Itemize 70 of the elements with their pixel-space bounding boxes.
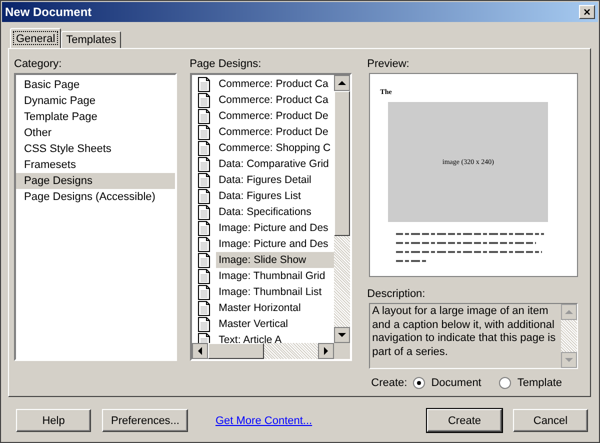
document-icon	[198, 76, 210, 92]
document-icon	[198, 220, 210, 236]
scroll-down-icon[interactable]	[334, 327, 350, 343]
link[interactable]: Get More Content...	[215, 414, 312, 426]
create-label: Create:	[371, 377, 408, 389]
close-button[interactable]: ×	[579, 5, 595, 19]
document-icon	[198, 140, 210, 156]
page-design-item[interactable]: Text: Article A	[216, 332, 334, 343]
page-design-item[interactable]: Commerce: Shopping C	[216, 140, 334, 156]
page-design-item[interactable]: Commerce: Product Ca	[216, 92, 334, 108]
page-design-item[interactable]: Data: Figures Detail	[216, 172, 334, 188]
category-item[interactable]: Basic Page	[16, 77, 175, 93]
page-design-item[interactable]: Image: Slide Show	[216, 252, 334, 268]
radio-option[interactable]: Document	[413, 377, 482, 389]
page-design-item[interactable]: Master Horizontal	[216, 300, 334, 316]
scroll-left-icon[interactable]	[192, 343, 208, 359]
scroll-up-icon[interactable]	[334, 75, 350, 91]
preview-label: Preview:	[367, 57, 410, 72]
dialog-button[interactable]: Preferences...	[102, 409, 188, 432]
document-icon	[198, 124, 210, 140]
scroll-thumb[interactable]	[208, 343, 264, 359]
category-item[interactable]: CSS Style Sheets	[16, 141, 175, 157]
dialog-button[interactable]: Help	[16, 409, 91, 432]
page-design-item[interactable]: Image: Picture and Des	[216, 236, 334, 252]
document-icon	[198, 108, 210, 124]
page-design-item[interactable]: Data: Comparative Grid	[216, 156, 334, 172]
radio-button[interactable]	[413, 377, 426, 389]
page-design-item[interactable]: Image: Thumbnail Grid	[216, 268, 334, 284]
dialog-button[interactable]: Create	[427, 409, 502, 432]
scroll-thumb[interactable]	[334, 91, 350, 236]
tab[interactable]: Templates	[61, 31, 122, 48]
category-label: Category:	[14, 57, 63, 72]
radio-option[interactable]: Template	[499, 377, 562, 389]
document-icon	[198, 92, 210, 108]
description-text: A layout for a large image of an item and a caption below it, with additional navigation to indicate that this page is part of a series.	[371, 304, 557, 360]
horizontal-scrollbar[interactable]	[192, 343, 350, 359]
description-label: Description:	[367, 287, 426, 302]
tab[interactable]: General	[10, 28, 62, 48]
document-icon	[198, 204, 210, 220]
document-icon	[198, 156, 210, 172]
category-item[interactable]: Template Page	[16, 109, 175, 125]
page-design-item[interactable]: Image: Picture and Des	[216, 220, 334, 236]
document-icon	[198, 188, 210, 204]
page-design-item[interactable]: Data: Specifications	[216, 204, 334, 220]
scroll-right-icon[interactable]	[318, 343, 334, 359]
radio-button[interactable]	[499, 377, 512, 389]
document-icon	[198, 300, 210, 316]
scrollbar-corner	[334, 343, 350, 359]
document-icon	[198, 268, 210, 284]
vertical-scrollbar[interactable]	[334, 75, 350, 343]
page-design-item[interactable]: Image: Thumbnail List	[216, 284, 334, 300]
dialog-button[interactable]: Cancel	[513, 409, 588, 432]
page-design-item[interactable]: Data: Figures List	[216, 188, 334, 204]
page-design-item[interactable]: Commerce: Product Ca	[216, 76, 334, 92]
document-icon	[198, 252, 210, 268]
page-design-item[interactable]: Commerce: Product De	[216, 124, 334, 140]
category-item[interactable]: Page Designs (Accessible)	[16, 189, 175, 205]
category-item[interactable]: Page Designs	[16, 173, 175, 189]
window-title: New Document	[5, 5, 92, 19]
document-icon	[198, 332, 210, 343]
page-designs-label: Page Designs:	[190, 57, 262, 72]
document-icon	[198, 172, 210, 188]
page-design-item[interactable]: Master Vertical	[216, 316, 334, 332]
category-item[interactable]: Dynamic Page	[16, 93, 175, 109]
category-item[interactable]: Framesets	[16, 157, 175, 173]
document-icon	[198, 316, 210, 332]
document-icon	[198, 284, 210, 300]
category-item[interactable]: Other	[16, 125, 175, 141]
document-icon	[198, 236, 210, 252]
page-design-item[interactable]: Commerce: Product De	[216, 108, 334, 124]
